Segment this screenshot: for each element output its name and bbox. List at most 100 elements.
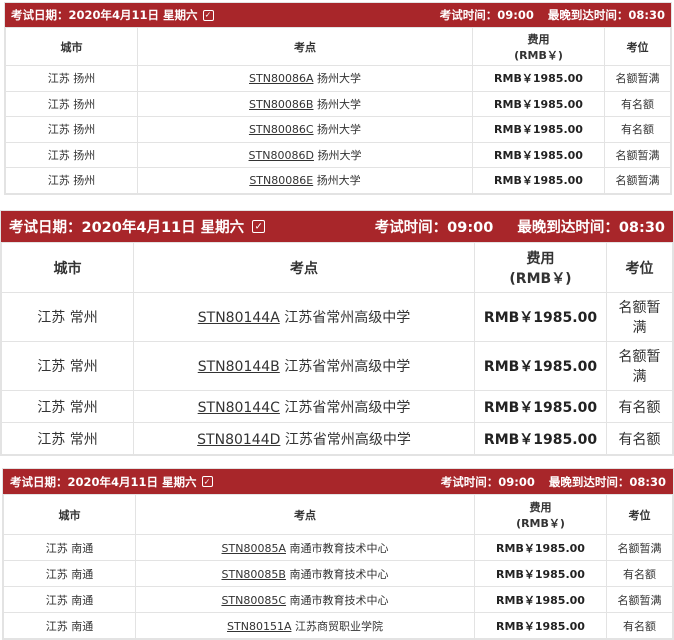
city-cell: 江苏 常州	[1, 390, 134, 423]
city-cell: 江苏 南通	[3, 534, 136, 561]
venue-code-link[interactable]: STN80144C	[198, 400, 280, 416]
column-header-fee: 费用 (RMB￥)	[474, 242, 607, 293]
section-header: 考试日期：2020年4月11日 星期六 考试时间：09:00 最晚到达时间：08…	[5, 3, 671, 27]
status-cell: 有名额	[604, 90, 671, 117]
fee-cell: RMB￥1985.00	[474, 341, 607, 391]
exam-date: 考试日期：2020年4月11日 星期六	[9, 220, 245, 236]
venue-table: 城市 考点 费用 (RMB￥) 考位 江苏 扬州 STN80086A 扬州大学 R…	[5, 27, 671, 194]
table-row: 江苏 常州 STN80144C 江苏省常州高级中学 RMB￥1985.00 有名…	[1, 390, 673, 423]
calendar-check-icon	[202, 9, 214, 21]
venue-cell: STN80144D 江苏省常州高级中学	[133, 422, 475, 455]
column-header-status: 考位	[606, 494, 673, 535]
latest-arrival-time: 最晚到达时间：08:30	[548, 474, 666, 489]
table-row: 江苏 南通 STN80151A 江苏商贸职业学院 RMB￥1985.00 有名额	[3, 612, 673, 639]
venue-code-link[interactable]: STN80144A	[198, 310, 280, 326]
venue-code-link[interactable]: STN80086E	[249, 174, 313, 187]
table-header-row: 城市 考点 费用 (RMB￥) 考位	[3, 494, 673, 535]
exam-time: 考试时间：09:00	[440, 474, 535, 489]
venue-table: 城市 考点 费用 (RMB￥) 考位 江苏 常州 STN80144A 江苏省常州高…	[1, 242, 673, 455]
table-row: 江苏 扬州 STN80086B 扬州大学 RMB￥1985.00 有名额	[5, 90, 671, 117]
venue-name: 南通市教育技术中心	[289, 541, 389, 555]
column-header-fee: 费用 (RMB￥)	[474, 494, 607, 535]
column-header-status: 考位	[606, 242, 673, 293]
venue-name: 南通市教育技术中心	[289, 593, 389, 607]
fee-cell: RMB￥1985.00	[472, 141, 605, 168]
exam-date: 考试日期：2020年4月11日 星期六	[11, 8, 198, 22]
section-header: 考试日期：2020年4月11日 星期六 考试时间：09:00 最晚到达时间：08…	[3, 469, 673, 494]
venue-name: 扬州大学	[317, 123, 362, 137]
city-cell: 江苏 南通	[3, 612, 136, 639]
city-cell: 江苏 常州	[1, 292, 134, 342]
venue-cell: STN80144A 江苏省常州高级中学	[133, 292, 475, 342]
table-row: 江苏 扬州 STN80086D 扬州大学 RMB￥1985.00 名额暂满	[5, 141, 671, 168]
city-cell: 江苏 扬州	[5, 167, 138, 194]
column-header-venue: 考点	[133, 242, 475, 293]
exam-time: 考试时间：09:00	[374, 220, 494, 236]
exam-section-yangzhou: 考试日期：2020年4月11日 星期六 考试时间：09:00 最晚到达时间：08…	[4, 2, 672, 195]
venue-code-link[interactable]: STN80085A	[222, 542, 286, 555]
venue-code-link[interactable]: STN80144D	[197, 432, 280, 448]
exam-date: 考试日期：2020年4月11日 星期六	[10, 474, 197, 489]
column-header-venue: 考点	[137, 27, 473, 66]
table-row: 江苏 扬州 STN80086C 扬州大学 RMB￥1985.00 有名额	[5, 116, 671, 143]
venue-cell: STN80086C 扬州大学	[137, 116, 473, 143]
column-header-fee: 费用 (RMB￥)	[472, 27, 605, 66]
venue-cell: STN80086B 扬州大学	[137, 90, 473, 117]
fee-cell: RMB￥1985.00	[472, 65, 605, 92]
table-row: 江苏 南通 STN80085B 南通市教育技术中心 RMB￥1985.00 有名…	[3, 560, 673, 587]
exam-section-changzhou: 考试日期：2020年4月11日 星期六 考试时间：09:00 最晚到达时间：08…	[0, 210, 674, 456]
table-row: 江苏 常州 STN80144A 江苏省常州高级中学 RMB￥1985.00 名额…	[1, 292, 673, 342]
table-row: 江苏 扬州 STN80086A 扬州大学 RMB￥1985.00 名额暂满	[5, 65, 671, 92]
venue-cell: STN80086D 扬州大学	[137, 141, 473, 168]
exam-section-nantong: 考试日期：2020年4月11日 星期六 考试时间：09:00 最晚到达时间：08…	[2, 468, 674, 640]
venue-code-link[interactable]: STN80151A	[227, 620, 291, 633]
fee-cell: RMB￥1985.00	[474, 560, 607, 587]
status-cell: 名额暂满	[606, 341, 673, 391]
venue-name: 扬州大学	[316, 97, 361, 111]
table-row: 江苏 常州 STN80144B 江苏省常州高级中学 RMB￥1985.00 名额…	[1, 341, 673, 391]
venue-name: 扬州大学	[317, 148, 362, 162]
venue-cell: STN80085C 南通市教育技术中心	[135, 586, 475, 613]
fee-cell: RMB￥1985.00	[472, 167, 605, 194]
city-cell: 江苏 南通	[3, 560, 136, 587]
table-row: 江苏 南通 STN80085A 南通市教育技术中心 RMB￥1985.00 名额…	[3, 534, 673, 561]
city-cell: 江苏 扬州	[5, 65, 138, 92]
venue-name: 江苏省常州高级中学	[284, 399, 411, 416]
column-header-city: 城市	[5, 27, 138, 66]
venue-code-link[interactable]: STN80085B	[222, 568, 286, 581]
venue-code-link[interactable]: STN80086B	[249, 98, 313, 111]
city-cell: 江苏 常州	[1, 422, 134, 455]
status-cell: 名额暂满	[604, 167, 671, 194]
column-header-city: 城市	[3, 494, 136, 535]
status-cell: 有名额	[604, 116, 671, 143]
venue-name: 扬州大学	[316, 174, 361, 188]
column-header-status: 考位	[604, 27, 671, 66]
calendar-check-icon	[201, 476, 213, 487]
venue-name: 江苏省常州高级中学	[284, 310, 411, 326]
table-row: 江苏 扬州 STN80086E 扬州大学 RMB￥1985.00 名额暂满	[5, 167, 671, 194]
venue-code-link[interactable]: STN80086C	[249, 123, 314, 136]
status-cell: 有名额	[606, 612, 673, 639]
status-cell: 有名额	[606, 422, 673, 455]
venue-cell: STN80085A 南通市教育技术中心	[135, 534, 475, 561]
venue-cell: STN80086A 扬州大学	[137, 65, 473, 92]
venue-code-link[interactable]: STN80085C	[221, 594, 286, 607]
city-cell: 江苏 扬州	[5, 141, 138, 168]
venue-cell: STN80151A 江苏商贸职业学院	[135, 612, 475, 639]
table-row: 江苏 常州 STN80144D 江苏省常州高级中学 RMB￥1985.00 有名…	[1, 422, 673, 455]
table-header-row: 城市 考点 费用 (RMB￥) 考位	[1, 242, 673, 293]
fee-cell: RMB￥1985.00	[474, 292, 607, 342]
section-header: 考试日期：2020年4月11日 星期六 考试时间：09:00 最晚到达时间：08…	[1, 211, 673, 242]
status-cell: 有名额	[606, 560, 673, 587]
table-row: 江苏 南通 STN80085C 南通市教育技术中心 RMB￥1985.00 名额…	[3, 586, 673, 613]
fee-cell: RMB￥1985.00	[472, 116, 605, 143]
city-cell: 江苏 扬州	[5, 116, 138, 143]
venue-code-link[interactable]: STN80144B	[198, 359, 280, 375]
venue-cell: STN80144C 江苏省常州高级中学	[133, 390, 475, 423]
venue-code-link[interactable]: STN80086A	[249, 72, 313, 85]
venue-table: 城市 考点 费用 (RMB￥) 考位 江苏 南通 STN80085A 南通市教育技…	[3, 494, 673, 639]
city-cell: 江苏 南通	[3, 586, 136, 613]
venue-code-link[interactable]: STN80086D	[249, 149, 314, 162]
exam-time: 考试时间：09:00	[439, 8, 534, 22]
status-cell: 有名额	[606, 390, 673, 423]
